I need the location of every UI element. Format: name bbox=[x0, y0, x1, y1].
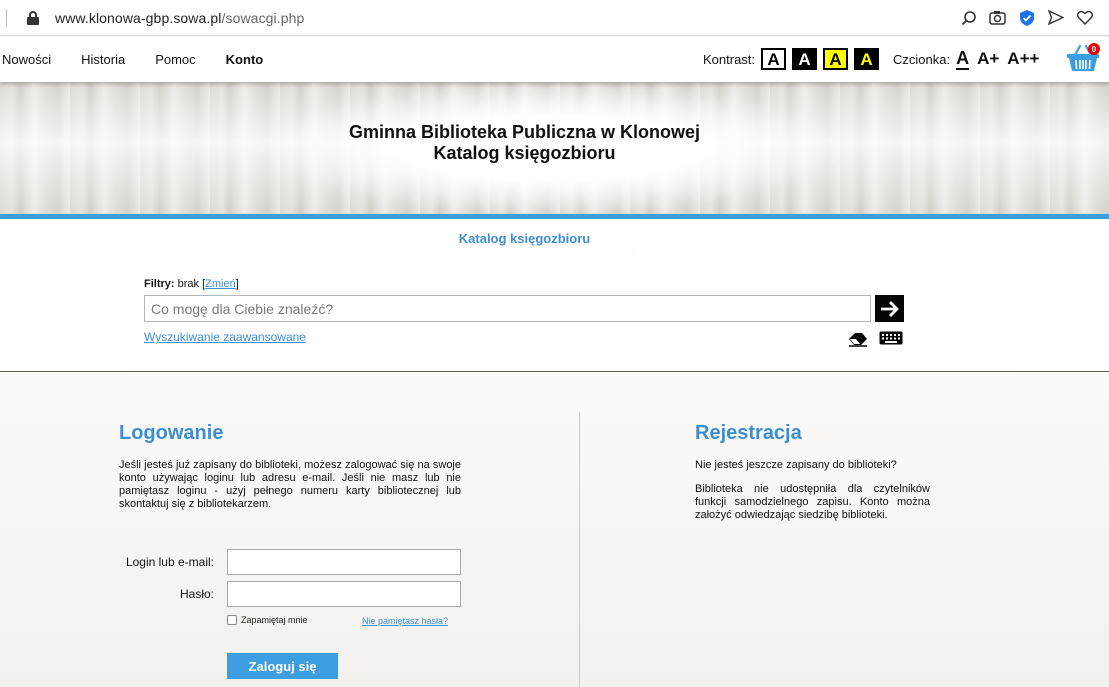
filters-change-link[interactable]: Zmień bbox=[205, 278, 236, 290]
catalog-title: Katalog księgozbioru bbox=[433, 143, 616, 163]
main-menu: Nowości Historia Pomoc Konto bbox=[2, 52, 293, 67]
url-host: www.klonowa-gbp.sowa.pl bbox=[55, 9, 222, 26]
heart-icon[interactable] bbox=[1076, 9, 1093, 26]
url-path: /sowacgi.php bbox=[221, 9, 305, 26]
library-name: Gminna Biblioteka Publiczna w Klonowej bbox=[348, 122, 701, 142]
font-size-switcher: Czcionka: A A+ A++ bbox=[893, 48, 1039, 70]
contrast-black-white-button[interactable]: A bbox=[792, 48, 818, 70]
window-edge bbox=[6, 8, 7, 27]
search-section: Katalog księgozbioru Filtry: brak [Zmień… bbox=[0, 219, 1109, 371]
account-section: Logowanie Jeśli jesteś już zapisany do b… bbox=[0, 372, 1109, 687]
filters-label: Filtry: bbox=[144, 278, 175, 290]
url-field[interactable]: www.klonowa-gbp.sowa.pl/sowacgi.php bbox=[55, 10, 304, 26]
forgot-password-link[interactable]: Nie pamiętasz hasła? bbox=[362, 616, 448, 626]
browser-address-bar: www.klonowa-gbp.sowa.pl/sowacgi.php bbox=[0, 0, 1109, 36]
nav-item-nowosci[interactable]: Nowości bbox=[2, 52, 51, 67]
shield-icon[interactable] bbox=[1018, 9, 1035, 26]
contrast-yellow-black-button[interactable]: A bbox=[823, 48, 849, 70]
eraser-icon[interactable] bbox=[848, 331, 868, 352]
remember-me-checkbox[interactable] bbox=[227, 615, 237, 625]
contrast-black-yellow-button[interactable]: A bbox=[854, 48, 880, 70]
browser-tools bbox=[960, 9, 1093, 26]
login-description: Jeśli jesteś już zapisany do biblioteki,… bbox=[119, 459, 461, 510]
advanced-search-link[interactable]: Wyszukiwanie zaawansowane bbox=[144, 330, 306, 344]
basket-button[interactable]: 0 bbox=[1066, 43, 1102, 73]
nav-item-historia[interactable]: Historia bbox=[81, 52, 125, 67]
registration-question: Nie jesteś jeszcze zapisany do bibliotek… bbox=[695, 459, 897, 471]
login-heading: Logowanie bbox=[119, 422, 224, 444]
contrast-switcher: Kontrast: A A A A bbox=[703, 48, 880, 70]
nav-item-pomoc[interactable]: Pomoc bbox=[155, 52, 195, 67]
search-icon[interactable] bbox=[960, 9, 977, 26]
remember-me[interactable]: Zapamiętaj mnie bbox=[227, 615, 308, 625]
contrast-default-button[interactable]: A bbox=[761, 48, 787, 70]
column-separator bbox=[579, 412, 580, 687]
camera-icon[interactable] bbox=[989, 9, 1006, 26]
lock-icon[interactable] bbox=[27, 10, 39, 25]
send-icon[interactable] bbox=[1047, 9, 1064, 26]
nav-item-konto[interactable]: Konto bbox=[226, 52, 264, 67]
registration-description: Biblioteka nie udostępniła dla czytelnik… bbox=[695, 483, 930, 521]
login-email-input[interactable] bbox=[227, 549, 461, 575]
basket-count-badge: 0 bbox=[1088, 43, 1100, 55]
font-size-label: Czcionka: bbox=[893, 51, 951, 67]
search-input[interactable]: Co mogę dla Ciebie znaleźć? bbox=[144, 295, 871, 322]
remember-me-label: Zapamiętaj mnie bbox=[241, 615, 308, 625]
contrast-label: Kontrast: bbox=[703, 51, 756, 67]
registration-heading: Rejestracja bbox=[695, 422, 802, 444]
login-label: Login lub e-mail: bbox=[125, 555, 214, 569]
font-size-normal-button[interactable]: A bbox=[956, 48, 970, 70]
filters-info: Filtry: brak [Zmień] bbox=[144, 278, 239, 290]
arrow-right-icon bbox=[880, 300, 899, 317]
filters-value: brak bbox=[177, 278, 200, 290]
keyboard-icon[interactable] bbox=[879, 331, 903, 350]
header-banner: Gminna Biblioteka Publiczna w Klonowej K… bbox=[0, 82, 1109, 215]
login-button[interactable]: Zaloguj się bbox=[227, 653, 338, 679]
breadcrumb: Katalog księgozbioru bbox=[458, 231, 591, 246]
top-navigation: Nowości Historia Pomoc Konto Kontrast: A… bbox=[0, 37, 1109, 82]
password-input[interactable] bbox=[227, 581, 461, 607]
password-label: Hasło: bbox=[179, 587, 214, 601]
font-size-xlarge-button[interactable]: A++ bbox=[1007, 49, 1039, 69]
search-submit-button[interactable] bbox=[875, 295, 904, 322]
font-size-large-button[interactable]: A+ bbox=[977, 49, 999, 69]
